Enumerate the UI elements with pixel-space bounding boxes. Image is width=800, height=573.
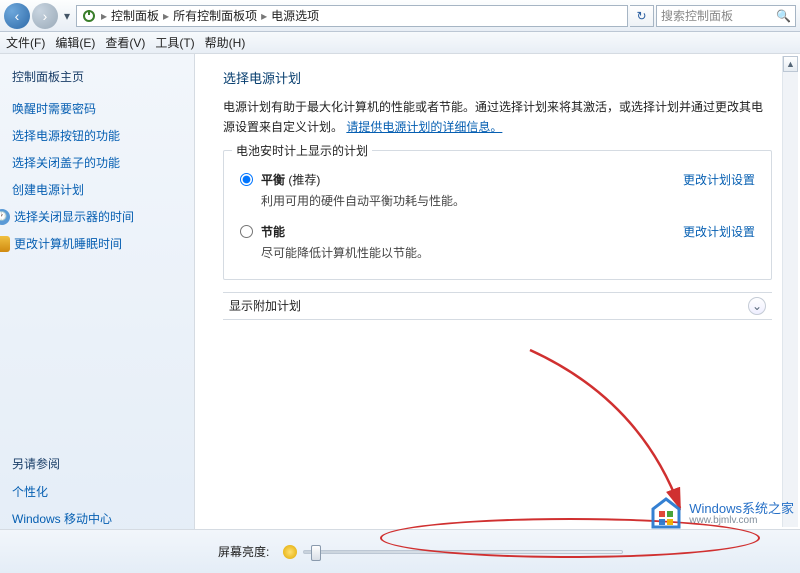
slider-thumb[interactable] — [311, 545, 321, 561]
sidebar-link-power-button[interactable]: 选择电源按钮的功能 — [12, 127, 182, 144]
sidebar-link-create-plan[interactable]: 创建电源计划 — [12, 181, 182, 198]
power-options-icon — [81, 8, 97, 24]
sidebar-link-label: 选择关闭显示器的时间 — [14, 208, 134, 225]
plan-name: 平衡 (推荐) — [261, 173, 320, 187]
page-title: 选择电源计划 — [223, 68, 772, 87]
sidebar: 控制面板主页 唤醒时需要密码 选择电源按钮的功能 选择关闭盖子的功能 创建电源计… — [0, 54, 195, 573]
refresh-icon: ↻ — [636, 9, 646, 23]
footer-bar: 屏幕亮度: — [0, 529, 800, 573]
sidebar-home[interactable]: 控制面板主页 — [12, 68, 182, 85]
clock-icon: 🕐 — [0, 209, 10, 225]
sun-dim-icon — [283, 545, 297, 559]
brightness-slider[interactable] — [303, 550, 623, 554]
forward-button[interactable]: › — [32, 3, 58, 29]
plan-description: 利用可用的硬件自动平衡功耗与性能。 — [261, 192, 683, 209]
refresh-button[interactable]: ↻ — [630, 5, 654, 27]
plan-name: 节能 — [261, 225, 285, 239]
forward-arrow-icon: › — [43, 8, 48, 24]
menu-view[interactable]: 查看(V) — [105, 34, 145, 51]
sidebar-link-sleep-time[interactable]: 更改计算机睡眠时间 — [0, 235, 182, 252]
nav-history-dropdown[interactable]: ▾ — [60, 3, 74, 29]
watermark: Windows系统之家 www.bjmlv.com — [649, 497, 794, 531]
brightness-label: 屏幕亮度: — [218, 543, 269, 560]
plans-groupbox: 电池安时计上显示的计划 平衡 (推荐) 利用可用的硬件自动平衡功耗与性能。 更改… — [223, 150, 772, 280]
chevron-right-icon: ▸ — [163, 9, 169, 23]
see-also-personalization[interactable]: 个性化 — [12, 483, 182, 500]
breadcrumb-all-items[interactable]: 所有控制面板项 — [173, 7, 257, 24]
scroll-up-button[interactable]: ▲ — [783, 56, 798, 72]
watermark-url: www.bjmlv.com — [689, 516, 794, 527]
back-arrow-icon: ‹ — [15, 8, 20, 24]
see-also-heading: 另请参阅 — [12, 455, 182, 472]
sidebar-link-require-password[interactable]: 唤醒时需要密码 — [12, 100, 182, 117]
search-box[interactable]: 搜索控制面板 🔍 — [656, 5, 796, 27]
sidebar-link-label: 更改计算机睡眠时间 — [14, 235, 122, 252]
plan-row-powersaver: 节能 尽可能降低计算机性能以节能。 更改计划设置 — [240, 223, 755, 261]
plan-radio-balanced[interactable] — [240, 173, 253, 186]
search-icon: 🔍 — [776, 9, 791, 23]
chevron-right-icon: ▸ — [101, 9, 107, 23]
shield-icon — [0, 236, 10, 252]
menu-tools[interactable]: 工具(T) — [155, 34, 194, 51]
expand-label: 显示附加计划 — [229, 297, 748, 314]
search-placeholder: 搜索控制面板 — [661, 7, 733, 24]
see-also-mobility-center[interactable]: Windows 移动中心 — [12, 510, 182, 527]
plan-row-balanced: 平衡 (推荐) 利用可用的硬件自动平衡功耗与性能。 更改计划设置 — [240, 171, 755, 209]
change-plan-settings-link[interactable]: 更改计划设置 — [683, 223, 755, 240]
groupbox-legend: 电池安时计上显示的计划 — [232, 142, 372, 159]
chevron-down-icon: ⌄ — [748, 297, 766, 315]
menu-edit[interactable]: 编辑(E) — [55, 34, 95, 51]
address-bar: ‹ › ▾ ▸ 控制面板 ▸ 所有控制面板项 ▸ 电源选项 ↻ 搜索控制面板 🔍 — [0, 0, 800, 32]
menu-file[interactable]: 文件(F) — [6, 34, 45, 51]
content-area: 选择电源计划 电源计划有助于最大化计算机的性能或者节能。通过选择计划来将其激活，… — [195, 54, 800, 573]
watermark-title: Windows系统之家 — [689, 502, 794, 516]
menu-help[interactable]: 帮助(H) — [205, 34, 246, 51]
change-plan-settings-link[interactable]: 更改计划设置 — [683, 171, 755, 188]
breadcrumb[interactable]: ▸ 控制面板 ▸ 所有控制面板项 ▸ 电源选项 — [76, 5, 628, 27]
chevron-right-icon: ▸ — [261, 9, 267, 23]
plan-radio-powersaver[interactable] — [240, 225, 253, 238]
breadcrumb-current[interactable]: 电源选项 — [271, 7, 319, 24]
detail-info-link[interactable]: 请提供电源计划的详细信息。 — [346, 120, 502, 134]
menu-bar: 文件(F) 编辑(E) 查看(V) 工具(T) 帮助(H) — [0, 32, 800, 54]
breadcrumb-root[interactable]: 控制面板 — [111, 7, 159, 24]
watermark-logo-icon — [649, 497, 683, 531]
back-button[interactable]: ‹ — [4, 3, 30, 29]
vertical-scrollbar[interactable]: ▲ — [782, 56, 798, 527]
plan-description: 尽可能降低计算机性能以节能。 — [261, 244, 683, 261]
sidebar-link-lid-close[interactable]: 选择关闭盖子的功能 — [12, 154, 182, 171]
page-description: 电源计划有助于最大化计算机的性能或者节能。通过选择计划来将其激活，或选择计划并通… — [223, 97, 772, 138]
sidebar-link-display-off[interactable]: 🕐 选择关闭显示器的时间 — [0, 208, 182, 225]
show-additional-plans[interactable]: 显示附加计划 ⌄ — [223, 292, 772, 320]
